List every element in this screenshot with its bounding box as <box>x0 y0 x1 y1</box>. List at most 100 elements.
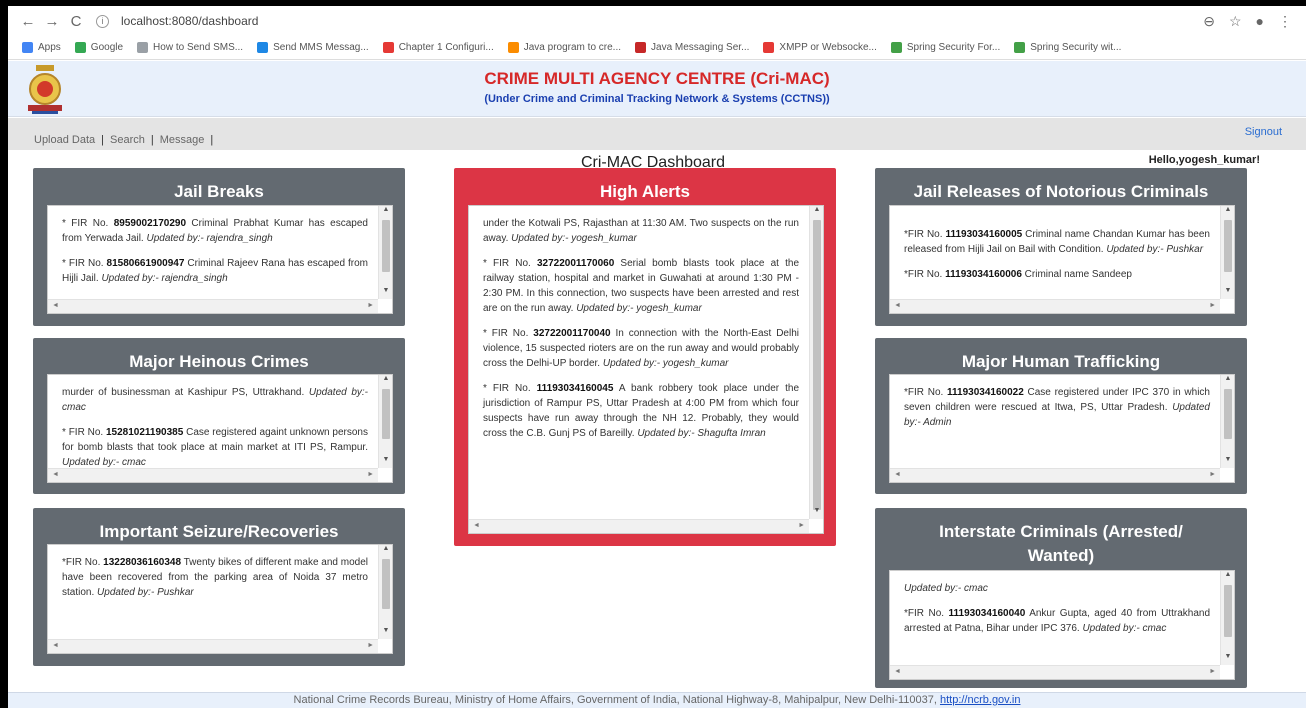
fir-number: 11193034160022 <box>947 387 1024 398</box>
app-subtitle: (Under Crime and Criminal Tracking Netwo… <box>484 93 830 105</box>
interstate-criminals-panel: Interstate Criminals (Arrested/ Wanted) … <box>875 508 1247 688</box>
vertical-scrollbar[interactable]: ▲ ▼ <box>1220 206 1234 299</box>
updated-by: Updated by:- yogesh_kumar <box>602 358 729 369</box>
heinous-crimes-panel: Major Heinous Crimes murder of businessm… <box>33 338 405 494</box>
bookmark-label: Google <box>90 42 124 53</box>
horizontal-scrollbar[interactable]: ◄ ► <box>890 468 1220 482</box>
nav-links: Upload Data | Search | Message | <box>34 134 213 146</box>
updated-by: Updated by:- cmac <box>62 387 368 413</box>
interstate-criminals-list[interactable]: Updated by:- cmac *FIR No. 11193034160040… <box>889 570 1235 680</box>
footer: National Crime Records Bureau, Ministry … <box>8 692 1306 708</box>
vertical-scrollbar[interactable]: ▲ ▼ <box>1220 571 1234 665</box>
vertical-scrollbar[interactable]: ▲ ▼ <box>378 545 392 639</box>
bookmark-item[interactable]: Spring Security For... <box>890 42 1001 53</box>
bookmark-item[interactable]: How to Send SMS... <box>137 42 243 53</box>
bookmark-item[interactable]: Java Messaging Ser... <box>635 42 749 53</box>
forward-arrow-icon[interactable]: → <box>40 13 64 30</box>
high-alerts-list[interactable]: under the Kotwali PS, Rajasthan at 11:30… <box>468 205 824 534</box>
star-icon[interactable]: ☆ <box>1229 13 1242 30</box>
bookmark-label: Spring Security For... <box>906 42 1001 53</box>
seizure-list[interactable]: *FIR No. 13228036160348 Twenty bikes of … <box>47 544 393 654</box>
horizontal-scrollbar[interactable]: ◄ ► <box>890 665 1220 679</box>
updated-by: Updated by:- rajendra_singh <box>146 233 273 244</box>
jail-breaks-list[interactable]: * FIR No. 8959002170290 Criminal Prabhat… <box>47 205 393 314</box>
nav-message[interactable]: Message <box>160 134 205 146</box>
bookmark-item[interactable]: Send MMS Messag... <box>257 42 369 53</box>
bookmark-item[interactable]: Spring Security wit... <box>1014 42 1121 53</box>
fir-number: 13228036160348 <box>103 557 182 568</box>
panel-title: Important Seizure/Recoveries <box>99 522 339 541</box>
bookmark-label: XMPP or Websocke... <box>779 42 877 53</box>
updated-by: Updated by:- cmac <box>1082 623 1167 634</box>
fir-entry: * FIR No. 32722001170060 Serial bomb bla… <box>483 258 800 314</box>
horizontal-scrollbar[interactable]: ◄ ► <box>48 639 378 653</box>
app-header: CRIME MULTI AGENCY CENTRE (Cri-MAC) (Und… <box>8 61 1306 117</box>
fir-number: 32722001170060 <box>536 258 615 269</box>
high-alerts-panel: High Alerts under the Kotwali PS, Rajast… <box>454 168 836 546</box>
panel-title: Major Heinous Crimes <box>129 352 309 371</box>
vertical-scrollbar[interactable]: ▲ ▼ <box>1220 375 1234 468</box>
nav-search[interactable]: Search <box>110 134 145 146</box>
vertical-scrollbar[interactable]: ▲ ▼ <box>809 206 823 519</box>
bookmark-icon <box>382 42 394 53</box>
horizontal-scrollbar[interactable]: ◄ ► <box>469 519 809 533</box>
bookmark-label: Chapter 1 Configuri... <box>398 42 494 53</box>
bookmark-icon <box>635 42 647 53</box>
bookmark-item[interactable]: Java program to cre... <box>507 42 622 53</box>
horizontal-scrollbar[interactable]: ◄ ► <box>890 299 1220 313</box>
info-icon[interactable]: i <box>96 14 109 28</box>
app-title: CRIME MULTI AGENCY CENTRE (Cri-MAC) <box>484 69 830 88</box>
fir-entry: * FIR No. 8959002170290 Criminal Prabhat… <box>62 218 368 244</box>
panel-title: Jail Releases of Notorious Criminals <box>913 182 1209 201</box>
horizontal-scrollbar[interactable]: ◄ ► <box>48 299 378 313</box>
fir-number: 8959002170290 <box>113 218 187 229</box>
signout-link[interactable]: Signout <box>1245 126 1282 138</box>
vertical-scrollbar[interactable]: ▲ ▼ <box>378 206 392 299</box>
back-arrow-icon[interactable]: ← <box>16 13 40 30</box>
panel-title: Jail Breaks <box>174 182 264 201</box>
updated-by: Updated by:- rajendra_singh <box>101 273 228 284</box>
updated-by: Updated by:- yogesh_kumar <box>511 233 637 244</box>
bookmark-label: Apps <box>38 42 61 53</box>
updated-by: Updated by:- yogesh_kumar <box>576 303 702 314</box>
bookmark-label: Java program to cre... <box>523 42 622 53</box>
bookmark-label: How to Send SMS... <box>153 42 244 53</box>
panel-title: Major Human Trafficking <box>961 352 1161 371</box>
bookmark-item[interactable]: Chapter 1 Configuri... <box>382 42 494 53</box>
updated-by: Updated by:- Pushkar <box>1106 244 1204 255</box>
kebab-menu-icon[interactable]: ⋮ <box>1278 13 1292 30</box>
heinous-crimes-list[interactable]: murder of businessman at Kashipur PS, Ut… <box>47 374 393 483</box>
fir-entry: *FIR No. 11193034160022 Case registered … <box>904 387 1210 428</box>
fir-entry: *FIR No. 11193034160006 Criminal name Sa… <box>904 269 1132 280</box>
menu-bar: Upload Data | Search | Message | Signout <box>8 118 1306 150</box>
ncrb-link[interactable]: http://ncrb.gov.in <box>940 694 1021 706</box>
fir-number: 11193034160040 <box>948 608 1026 619</box>
browser-window: ← → C i localhost:8080/dashboard ⊖ ☆ ● ⋮… <box>8 6 1306 708</box>
bookmark-icon <box>137 42 149 53</box>
zoom-icon[interactable]: ⊖ <box>1203 13 1215 30</box>
jail-breaks-panel: Jail Breaks * FIR No. 8959002170290 Crim… <box>33 168 405 326</box>
bookmarks-bar: Apps Google How to Send SMS... Send MMS Mes… <box>8 36 1306 60</box>
nav-separator: | <box>210 134 214 146</box>
bookmark-item[interactable]: XMPP or Websocke... <box>763 42 877 53</box>
updated-by: Updated by:- Pushkar <box>97 587 194 598</box>
fir-entry: * FIR No. 81580661900947 Criminal Rajeev… <box>62 258 368 284</box>
bookmark-icon <box>890 42 902 53</box>
bookmark-item[interactable]: Google <box>74 42 124 53</box>
horizontal-scrollbar[interactable]: ◄ ► <box>48 468 378 482</box>
bookmark-item[interactable]: Apps <box>22 42 61 53</box>
fir-number: 81580661900947 <box>106 258 185 269</box>
address-bar[interactable]: localhost:8080/dashboard <box>121 14 258 28</box>
human-trafficking-list[interactable]: *FIR No. 11193034160022 Case registered … <box>889 374 1235 483</box>
fir-entry: *FIR No. 13228036160348 Twenty bikes of … <box>62 557 368 598</box>
seizure-panel: Important Seizure/Recoveries *FIR No. 13… <box>33 508 405 666</box>
reload-icon[interactable]: C <box>64 13 88 30</box>
fir-entry: * FIR No. 15281021190385 Case registered… <box>62 427 368 468</box>
jail-releases-list[interactable]: *FIR No. 11193034160005 Criminal name Ch… <box>889 205 1235 314</box>
footer-text: National Crime Records Bureau, Ministry … <box>293 694 937 706</box>
lead-entry: under the Kotwali PS, Rajasthan at 11:30… <box>483 218 799 244</box>
vertical-scrollbar[interactable]: ▲ ▼ <box>378 375 392 468</box>
profile-icon[interactable]: ● <box>1256 13 1264 30</box>
nav-upload-data[interactable]: Upload Data <box>34 134 95 146</box>
nav-separator: | <box>101 134 105 146</box>
